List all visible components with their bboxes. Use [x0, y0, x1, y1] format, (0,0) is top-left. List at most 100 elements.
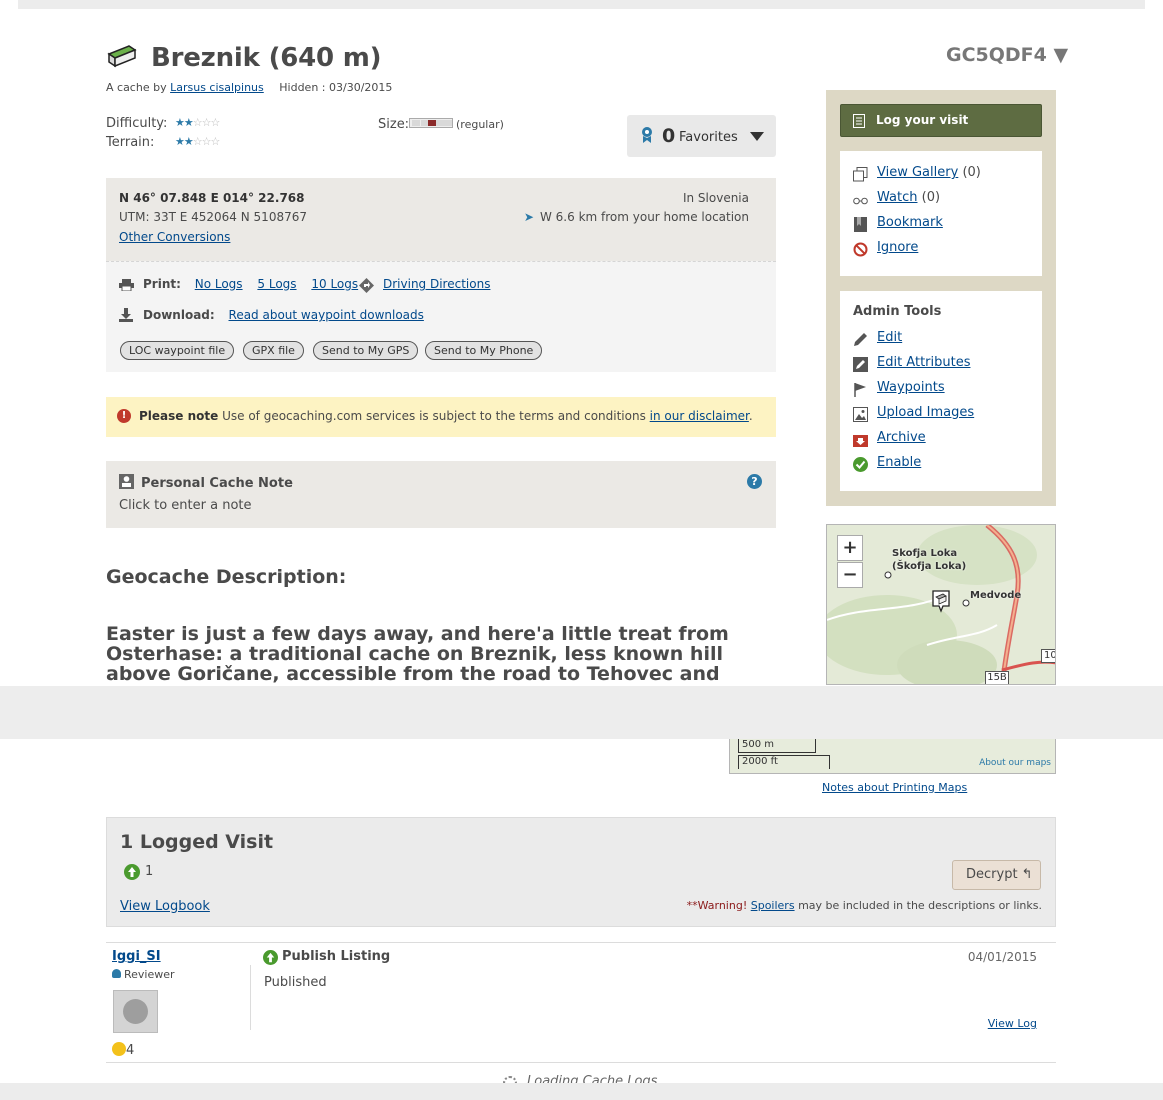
- edit-attributes-icon: [853, 357, 868, 372]
- log-visit-button[interactable]: Log your visit: [840, 104, 1042, 137]
- gallery-count: (0): [962, 165, 981, 180]
- reviewer-icon: [112, 969, 121, 978]
- caret-down-icon[interactable]: [750, 132, 764, 141]
- zoom-in-button[interactable]: +: [837, 535, 863, 561]
- warning-label: **Warning!: [686, 899, 748, 912]
- waypoints-link[interactable]: Waypoints: [877, 380, 945, 395]
- print-no-logs-link[interactable]: No Logs: [195, 277, 243, 291]
- overlay-bar: [0, 686, 1163, 739]
- loc-waypoint-button[interactable]: LOC waypoint file: [120, 341, 235, 360]
- log-text: Published: [264, 975, 327, 990]
- about-maps-link[interactable]: About our maps: [979, 758, 1051, 768]
- personal-note-hint[interactable]: Click to enter a note: [119, 498, 252, 513]
- cache-marker-icon[interactable]: [931, 589, 951, 613]
- view-logbook-link[interactable]: View Logbook: [120, 899, 210, 914]
- coordinates[interactable]: N 46° 07.848 E 014° 22.768: [119, 191, 305, 205]
- send-to-gps-button[interactable]: Send to My GPS: [313, 341, 419, 360]
- terrain-stars: ★★☆☆☆: [175, 135, 220, 148]
- send-to-phone-button[interactable]: Send to My Phone: [425, 341, 543, 360]
- log-divider: [250, 965, 251, 1030]
- admin-tools-title: Admin Tools: [853, 304, 942, 319]
- print-5-logs-link[interactable]: 5 Logs: [257, 277, 296, 291]
- decrypt-button[interactable]: Decrypt ↰: [952, 860, 1041, 890]
- actions-panel: View Gallery (0) Watch (0) Bookmark Igno…: [840, 151, 1042, 276]
- map-label-skofja-loka: Skofja Loka (Škofja Loka): [892, 548, 967, 572]
- direction-arrow-icon: ➤: [523, 210, 534, 224]
- gallery-icon: [853, 167, 868, 182]
- spoilers-link[interactable]: Spoilers: [751, 899, 795, 912]
- favorites-button[interactable]: 0 Favorites: [627, 115, 776, 157]
- personal-cache-note[interactable]: Personal Cache Note Click to enter a not…: [106, 461, 776, 528]
- ignore-link[interactable]: Ignore: [877, 240, 918, 255]
- publish-listing-icon: [263, 950, 278, 965]
- cache-title: Breznik (640 m): [151, 43, 382, 73]
- note-bold: Please note: [139, 409, 219, 423]
- download-label: Download:: [143, 308, 215, 322]
- finds-count: 4: [112, 1042, 134, 1058]
- edit-attributes-link[interactable]: Edit Attributes: [877, 355, 970, 370]
- log-entry: Iggi_SI Reviewer 4 Publish Listing 04/01…: [106, 942, 1056, 1063]
- scale-metric: 500 m: [742, 739, 775, 750]
- bookmark-link[interactable]: Bookmark: [877, 215, 943, 230]
- image-icon: [853, 407, 868, 422]
- help-icon[interactable]: ?: [747, 474, 762, 489]
- archive-link[interactable]: Archive: [877, 430, 926, 445]
- coordinates-panel: N 46° 07.848 E 014° 22.768 UTM: 33T E 45…: [106, 178, 776, 261]
- ignore-icon: [853, 242, 868, 257]
- watch-link[interactable]: Watch: [877, 190, 917, 205]
- log-type: Publish Listing: [282, 949, 391, 964]
- zoom-out-button[interactable]: −: [837, 562, 863, 588]
- edit-link[interactable]: Edit: [877, 330, 902, 345]
- favorites-count: 0: [662, 125, 676, 147]
- person-note-icon: [119, 474, 134, 489]
- byline: A cache by Larsus cisalpinus Hidden : 03…: [106, 81, 392, 94]
- gc-code-dropdown[interactable]: GC5QDF4 ▼: [946, 44, 1068, 66]
- map[interactable]: + − Skofja Loka (Škofja Loka) Medvode 15…: [826, 524, 1056, 685]
- bottom-bar: [0, 1083, 1163, 1100]
- ribbon-icon: [642, 127, 652, 143]
- driving-directions-link[interactable]: Driving Directions: [383, 277, 490, 291]
- printing-maps-link[interactable]: Notes about Printing Maps: [822, 781, 967, 794]
- scale-imperial: 2000 ft: [742, 756, 778, 767]
- bookmark-icon: [854, 217, 867, 232]
- warning-text: may be included in the descriptions or l…: [798, 899, 1042, 912]
- upload-images-link[interactable]: Upload Images: [877, 405, 974, 420]
- download-icon: [119, 308, 133, 322]
- print-download-panel: Print: No Logs 5 Logs 10 Logs Driving Di…: [106, 261, 776, 372]
- traditional-cache-icon: [107, 45, 137, 68]
- description-body: Easter is just a few days away, and here…: [106, 624, 729, 685]
- directions-icon: [359, 278, 374, 293]
- print-label: Print:: [143, 277, 181, 291]
- print-10-logs-link[interactable]: 10 Logs: [311, 277, 358, 291]
- map-label-medvode: Medvode: [970, 590, 1022, 601]
- avatar[interactable]: [113, 990, 158, 1033]
- gpx-file-button[interactable]: GPX file: [243, 341, 304, 360]
- waypoint-downloads-link[interactable]: Read about waypoint downloads: [229, 308, 424, 322]
- size-indicator: [409, 118, 453, 128]
- disclaimer-note: ! Please note Use of geocaching.com serv…: [106, 397, 776, 437]
- publish-icon: [124, 864, 140, 880]
- disclaimer-link[interactable]: in our disclaimer: [650, 409, 749, 423]
- description-heading: Geocache Description:: [106, 566, 347, 588]
- avatar-face-icon: [123, 999, 148, 1024]
- other-conversions-link[interactable]: Other Conversions: [119, 230, 230, 244]
- log-author-link[interactable]: Iggi_SI: [112, 949, 161, 964]
- note-end: .: [748, 409, 753, 423]
- glasses-icon: [853, 197, 868, 205]
- distance-from-home: ➤ W 6.6 km from your home location: [524, 210, 749, 224]
- owner-link[interactable]: Larsus cisalpinus: [170, 81, 264, 94]
- watch-count: (0): [921, 190, 941, 205]
- clipboard-icon: [853, 114, 865, 128]
- printer-icon: [119, 279, 134, 291]
- print-row: Print: No Logs 5 Logs 10 Logs Driving Di…: [119, 277, 719, 297]
- distance-text: W 6.6 km from your home location: [539, 210, 749, 224]
- publish-count: 1: [145, 864, 154, 879]
- difficulty-label: Difficulty:: [106, 116, 168, 131]
- top-bar: [18, 0, 1145, 9]
- view-gallery-link[interactable]: View Gallery: [877, 165, 958, 180]
- enable-link[interactable]: Enable: [877, 455, 921, 470]
- role-text: Reviewer: [124, 968, 175, 981]
- view-log-link[interactable]: View Log: [988, 1017, 1037, 1030]
- log-date: 04/01/2015: [967, 950, 1037, 964]
- logged-visits-panel: 1 Logged Visit 1 View Logbook Decrypt ↰ …: [106, 817, 1056, 927]
